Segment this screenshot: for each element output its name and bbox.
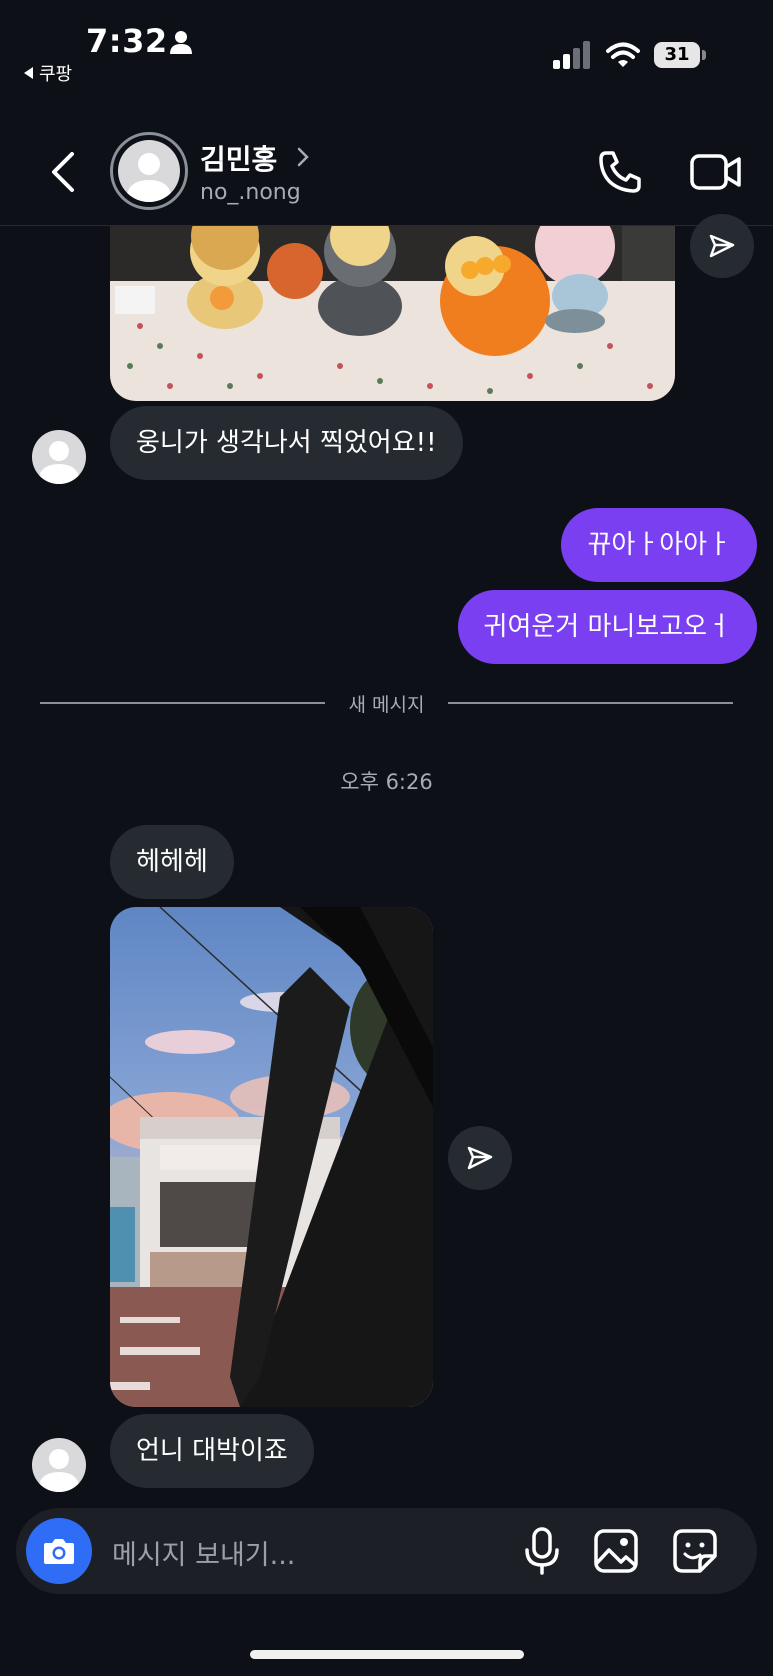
photo-message-street[interactable] — [110, 907, 433, 1407]
signal-icon — [553, 41, 590, 69]
photo-message-plush-toys[interactable] — [110, 226, 675, 401]
battery-indicator: 31 — [654, 42, 706, 70]
message-bubble-outgoing[interactable]: 뀨아ㅏ아아ㅏ — [561, 508, 757, 582]
sticker-icon[interactable] — [672, 1528, 718, 1574]
wifi-icon — [606, 42, 640, 67]
sender-avatar[interactable] — [32, 430, 86, 484]
message-bubble-incoming[interactable]: 헤헤헤 — [110, 825, 234, 899]
profile-avatar[interactable] — [110, 132, 188, 210]
back-icon[interactable] — [46, 150, 80, 194]
camera-button[interactable] — [26, 1518, 92, 1584]
message-bubble-incoming[interactable]: 웅니가 생각나서 찍었어요!! — [110, 406, 463, 480]
gallery-icon[interactable] — [593, 1528, 639, 1574]
person-icon — [170, 31, 192, 54]
sender-avatar[interactable] — [32, 1438, 86, 1492]
status-time: 7:32 — [86, 22, 168, 60]
video-icon[interactable] — [690, 150, 742, 194]
new-messages-label: 새 메시지 — [348, 694, 425, 716]
message-input[interactable]: 메시지 보내기... — [112, 1533, 295, 1572]
share-icon — [709, 234, 735, 258]
phone-icon[interactable] — [596, 148, 644, 196]
message-timestamp: 오후 6:26 — [340, 770, 433, 794]
share-button[interactable] — [690, 214, 754, 278]
message-bubble-incoming[interactable]: 언니 대박이죠 — [110, 1414, 314, 1488]
chevron-right-icon — [297, 147, 309, 167]
contact-username: no_.nong — [200, 180, 301, 205]
message-bubble-outgoing[interactable]: 귀여운거 마니보고오ㅓ — [457, 590, 757, 664]
back-to-app-link[interactable]: 쿠팡 — [24, 60, 72, 86]
divider-line — [40, 702, 325, 704]
share-icon — [467, 1146, 493, 1170]
share-button[interactable] — [448, 1126, 512, 1190]
divider-line — [448, 702, 733, 704]
mic-icon[interactable] — [522, 1526, 562, 1576]
back-app-label: 쿠팡 — [39, 64, 73, 85]
home-indicator — [250, 1650, 524, 1659]
camera-icon — [44, 1539, 74, 1564]
contact-name[interactable]: 김민홍 — [200, 138, 277, 178]
battery-level: 31 — [654, 42, 700, 68]
